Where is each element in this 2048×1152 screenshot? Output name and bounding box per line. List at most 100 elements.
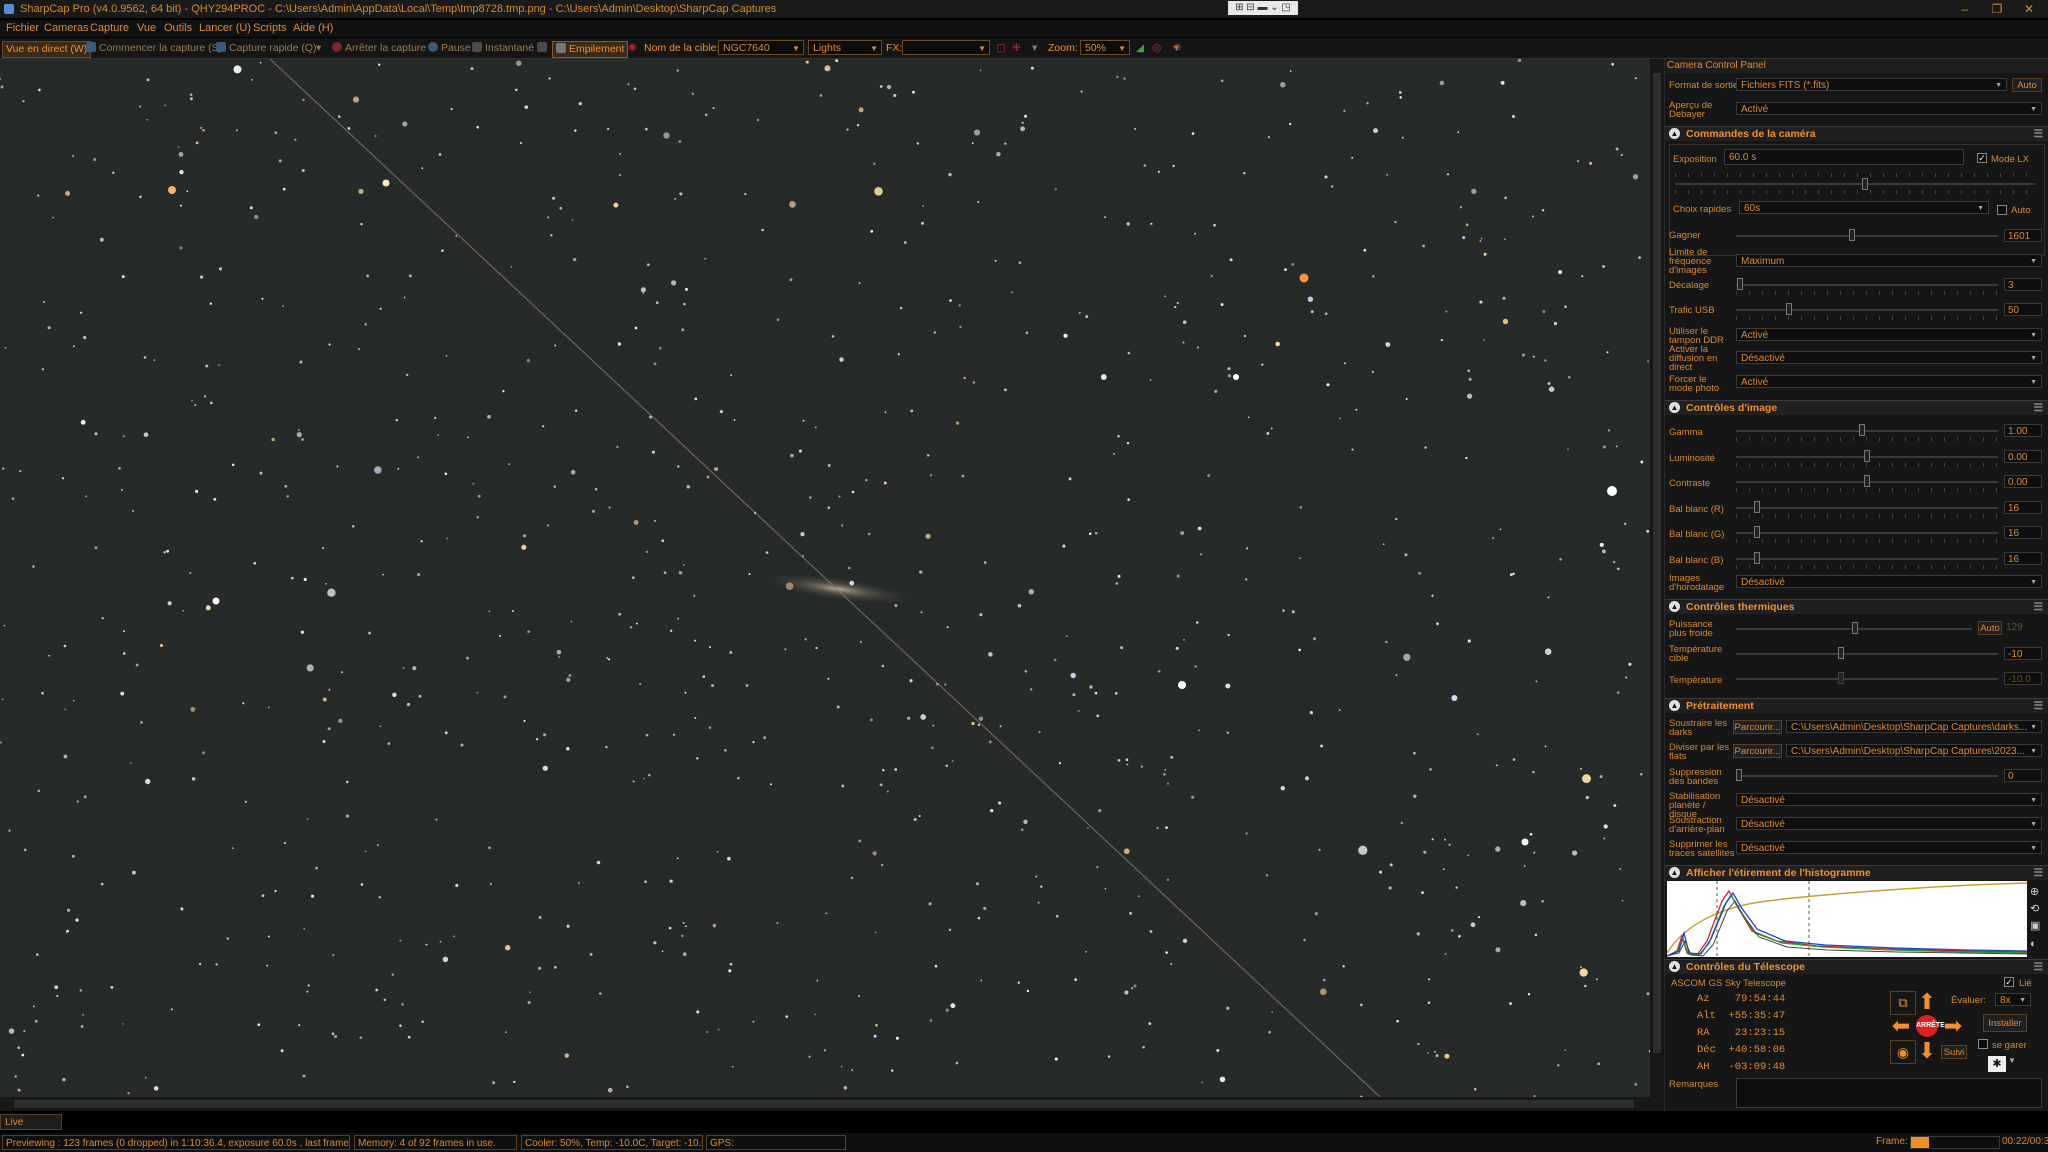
histogram-chart[interactable]: ⊕ ⟲ ▣ ◐ [1667, 881, 2045, 957]
reticle-icon[interactable]: ▢ [996, 41, 1006, 56]
menu-icon[interactable]: ☰ [2034, 866, 2043, 880]
collapse-icon[interactable]: ▲ [1669, 700, 1680, 711]
image-control-slider-knob[interactable] [1753, 500, 1760, 513]
live-stream-select[interactable]: Désactivé ▼ [1736, 351, 2042, 364]
satellite-select[interactable]: Désactivé ▼ [1736, 841, 2042, 854]
exposure-slider-knob[interactable] [1862, 178, 1868, 190]
image-control-slider-knob[interactable] [1753, 526, 1760, 538]
usb-traffic-slider-track[interactable] [1736, 309, 1998, 311]
photo-mode-select[interactable]: Activé ▼ [1736, 375, 2042, 388]
target-temp-slider-track[interactable] [1736, 653, 1998, 655]
minimize-button[interactable]: – [1950, 0, 1980, 18]
image-control-value[interactable]: 16 [2004, 526, 2042, 539]
gain-value[interactable]: 1601 [2004, 229, 2042, 242]
image-control-value[interactable]: 16 [2004, 500, 2042, 514]
timestamp-select[interactable]: Désactivé ▼ [1736, 575, 2042, 588]
south-arrow-icon[interactable]: ⬇ [1915, 1040, 1939, 1062]
target-name-input[interactable]: NGC7640 ▼ [718, 40, 804, 55]
usb-traffic-slider-knob[interactable] [1786, 303, 1792, 315]
banding-slider-track[interactable] [1736, 775, 1998, 777]
output-format-select[interactable]: Fichiers FITS (*.fits) ▼ [1736, 78, 2007, 91]
scroll-thumb[interactable] [14, 1100, 1634, 1108]
install-button[interactable]: Installer [1983, 1014, 2027, 1032]
histogram-icon[interactable]: ◢ [1136, 41, 1144, 56]
menu-icon[interactable]: ☰ [2034, 401, 2043, 415]
menu-icon[interactable]: ☰ [2034, 699, 2043, 713]
goto-button[interactable]: ⧉ [1890, 991, 1916, 1015]
quick-choices-select[interactable]: 60s ▼ [1739, 201, 1989, 214]
snapshot-button[interactable]: Instantané [472, 41, 534, 56]
banding-value[interactable]: 0 [2004, 769, 2042, 782]
stacking-button[interactable]: Empilement [552, 41, 629, 58]
collapse-icon[interactable]: ▲ [1669, 867, 1680, 878]
maximize-button[interactable]: ❐ [1982, 0, 2012, 18]
menu-view[interactable]: Vue [137, 22, 156, 34]
exposure-slider-track[interactable] [1675, 183, 2035, 185]
exposure-input[interactable]: 60.0 s [1724, 149, 1964, 165]
zoom-select[interactable]: 50% ▼ [1080, 40, 1130, 55]
stop-slew-button[interactable]: ARRÊTE [1916, 1015, 1945, 1037]
stabilization-select[interactable]: Désactivé ▼ [1736, 793, 2042, 806]
darks-path-select[interactable]: C:\Users\Admin\Desktop\SharpCap Captures… [1786, 720, 2042, 733]
image-control-slider-knob[interactable] [1864, 475, 1870, 487]
image-control-slider-track[interactable] [1736, 532, 1998, 534]
pause-button[interactable]: Pause [428, 41, 471, 56]
live-view-button[interactable]: Vue en direct (W) [2, 41, 92, 58]
image-control-value[interactable]: 0.00 [2004, 449, 2042, 463]
menu-icon[interactable]: ☰ [2034, 600, 2043, 614]
lx-mode-checkbox[interactable]: ✓ [1977, 153, 1987, 163]
image-control-value[interactable]: 0.00 [2004, 475, 2042, 488]
menu-scripts[interactable]: Scripts [253, 22, 287, 34]
window-mini-toolbar[interactable]: ⊞ ⊟ ▬ ⌄ ◳ [1228, 1, 1298, 15]
image-control-slider-track[interactable] [1736, 557, 1998, 560]
image-control-slider-knob[interactable] [1753, 551, 1760, 564]
cooler-power-slider-knob[interactable] [1852, 622, 1858, 634]
offset-slider-track[interactable] [1736, 284, 1998, 286]
gain-slider-knob[interactable] [1849, 229, 1855, 241]
scroll-thumb[interactable] [1653, 73, 1661, 1053]
debayer-select[interactable]: Activé ▼ [1736, 102, 2042, 115]
park-checkbox[interactable] [1978, 1039, 1988, 1049]
menu-capture[interactable]: Capture [90, 22, 129, 34]
darks-browse-button[interactable]: Parcourir... [1733, 720, 1782, 734]
camera-controls-header[interactable]: ▲ Commandes de la caméra ☰ [1665, 126, 2048, 141]
frame-type-select[interactable]: Lights ▼ [808, 40, 882, 55]
menu-icon[interactable]: ☰ [2034, 127, 2043, 141]
image-viewport[interactable] [0, 59, 1650, 1097]
start-capture-button[interactable]: Commencer la capture (S) [86, 41, 222, 56]
notes-input[interactable] [1736, 1078, 2042, 1108]
east-arrow-icon[interactable]: ➡ [1940, 1015, 1966, 1037]
collapse-icon[interactable]: ▲ [1669, 128, 1680, 139]
offset-value[interactable]: 3 [2004, 278, 2042, 291]
save-icon[interactable]: ▣ [2030, 920, 2040, 932]
collapse-icon[interactable]: ▲ [1669, 961, 1680, 972]
histogram-header[interactable]: ▲ Afficher l'étirement de l'histogramme ☰ [1665, 865, 2048, 880]
chevron-down-icon[interactable]: ▾ [1032, 41, 1037, 56]
horizontal-scrollbar[interactable] [0, 1097, 1664, 1111]
rate-select[interactable]: 8x ▼ [1995, 993, 2031, 1006]
collapse-icon[interactable]: ▲ [1669, 601, 1680, 612]
zoom-in-icon[interactable]: ⊕ [2030, 886, 2039, 898]
image-controls-header[interactable]: ▲ Contrôles d'image ☰ [1665, 400, 2048, 415]
target-temp-value[interactable]: -10 [2004, 647, 2042, 660]
quick-capture-dropdown[interactable]: ▾ [316, 41, 321, 56]
reset-stretch-icon[interactable]: ⟲ [2030, 903, 2039, 915]
frame-rate-limit-select[interactable]: Maximum ▼ [1736, 254, 2042, 267]
close-button[interactable]: ✕ [2014, 0, 2044, 18]
menu-file[interactable]: Fichier [6, 22, 39, 34]
offset-slider-knob[interactable] [1737, 278, 1743, 290]
ddr-buffer-select[interactable]: Activé ▼ [1736, 328, 2042, 341]
image-control-slider-track[interactable] [1736, 430, 1998, 432]
flats-browse-button[interactable]: Parcourir... [1733, 744, 1782, 758]
overlay-button[interactable] [537, 41, 550, 56]
vertical-scrollbar[interactable] [1650, 59, 1664, 1097]
mount-settings-icon[interactable]: ✱ [1988, 1056, 2006, 1072]
grid-icon[interactable]: ⁜ [1012, 41, 1021, 56]
quick-capture-button[interactable]: Capture rapide (Q) [216, 41, 317, 56]
image-control-slider-knob[interactable] [1858, 424, 1865, 436]
gain-slider-track[interactable] [1736, 235, 1998, 237]
chevron-down-icon[interactable]: ▼ [2008, 1056, 2016, 1065]
menu-help[interactable]: Aide (H) [293, 22, 333, 34]
target-temp-slider-knob[interactable] [1838, 647, 1844, 659]
fx-select[interactable]: ▼ [902, 40, 990, 55]
